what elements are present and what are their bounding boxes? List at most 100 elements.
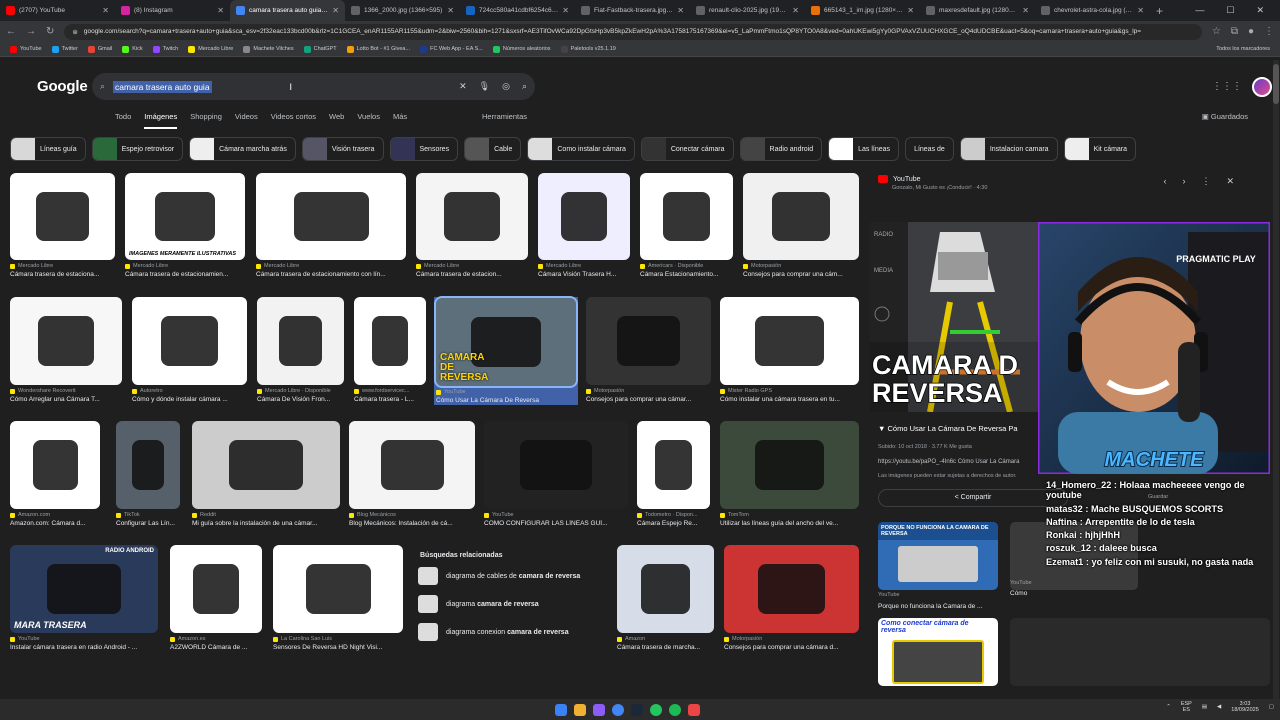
panel-title[interactable]: ▼ Cómo Usar La Cámara De Reversa Pa: [878, 424, 1038, 433]
bookmark-0[interactable]: YouTube: [10, 45, 42, 53]
result-title[interactable]: Cámara trasera de estaciona...: [10, 271, 115, 278]
result-thumbnail[interactable]: [484, 421, 628, 509]
tab-5[interactable]: Fiat-Fastback-trasera.jpg (12 ✕: [575, 0, 690, 21]
search-tab-7[interactable]: Más: [393, 112, 407, 129]
tab-close-icon[interactable]: ✕: [1137, 6, 1144, 15]
result-thumbnail[interactable]: [720, 297, 859, 385]
bookmark-9[interactable]: FC Web App - EA S...: [420, 45, 483, 53]
search-submit-icon[interactable]: ⌕: [522, 81, 527, 92]
related-item-0[interactable]: diagrama de cables de camara de reversa: [418, 567, 606, 585]
result-title[interactable]: Cómo Arreglar una Cámara T...: [10, 396, 122, 403]
panel-source[interactable]: YouTube: [878, 175, 921, 183]
image-result[interactable]: TikTok Configurar Las Lín...: [116, 421, 180, 527]
apps-grid-icon[interactable]: ⋮⋮⋮: [1212, 81, 1242, 92]
tab-close-icon[interactable]: ✕: [102, 6, 109, 15]
share-button[interactable]: < Compartir: [878, 489, 1068, 507]
result-title[interactable]: Cómo instalar una cámara trasera en tu..…: [720, 396, 859, 403]
chip-1[interactable]: Espejo retrovisor: [91, 137, 184, 161]
bookmark-6[interactable]: Machete Vilches: [243, 45, 294, 53]
result-thumbnail[interactable]: [743, 173, 859, 260]
tab-close-icon[interactable]: ✕: [447, 6, 454, 15]
result-title[interactable]: Cómo y dónde instalar cámara ...: [132, 396, 247, 403]
tab-3[interactable]: 1366_2000.jpg (1366×595) ✕: [345, 0, 460, 21]
lens-icon[interactable]: ◎: [502, 81, 510, 92]
tab-7[interactable]: 665143_1_im.jpg (1280×1051)✕: [805, 0, 920, 21]
related-item-2[interactable]: diagrama conexion camara de reversa: [418, 623, 606, 641]
url-field[interactable]: ⊜ google.com/search?q=camara+trasera+aut…: [64, 23, 1202, 40]
panel-related-4[interactable]: [1010, 618, 1270, 686]
result-title[interactable]: Cámara trasera de marcha...: [617, 644, 714, 651]
profile-icon[interactable]: ●: [1248, 26, 1254, 37]
search-tab-1[interactable]: Imágenes: [144, 112, 178, 129]
image-result[interactable]: Amazon.com Amazon.com: Cámara d...: [10, 421, 100, 527]
minimize-icon[interactable]: —: [1195, 0, 1204, 21]
tab-2[interactable]: camara trasera auto guia - Bu ✕: [230, 0, 345, 21]
result-title[interactable]: Mi guía sobre la instalación de una cáma…: [192, 520, 340, 527]
image-result[interactable]: YouTube COMO CONFIGURAR LAS LÍNEAS GUÍ...: [484, 421, 628, 527]
prev-icon[interactable]: ‹: [1163, 176, 1166, 187]
maximize-icon[interactable]: ☐: [1226, 0, 1234, 21]
tab-6[interactable]: renault-clio-2025.jpg (1920× ✕: [690, 0, 805, 21]
scrollbar-thumb[interactable]: [1273, 64, 1279, 104]
result-thumbnail[interactable]: [256, 173, 406, 260]
chip-5[interactable]: Cable: [464, 137, 522, 161]
extensions-icon[interactable]: ⧉: [1231, 26, 1238, 37]
panel-url[interactable]: https://youtu.be/paPO_-4In6c Cómo Usar L…: [878, 459, 1019, 465]
image-result[interactable]: www.fordservicec... Cámara trasera - L...: [354, 297, 426, 403]
result-title[interactable]: Utilizar las líneas guía del ancho del v…: [720, 520, 859, 527]
result-title[interactable]: Cámara Estacionamiento...: [640, 271, 733, 278]
image-result[interactable]: MARA TRASERA RADIO ANDROID YouTube Instalar…: [10, 545, 158, 651]
result-title[interactable]: Configurar Las Lín...: [116, 520, 180, 527]
result-thumbnail[interactable]: [637, 421, 710, 509]
image-result[interactable]: Amazon.es A2ZWORLD Cámara de ...: [170, 545, 262, 651]
close-panel-icon[interactable]: ✕: [1226, 176, 1234, 187]
result-thumbnail[interactable]: [10, 421, 100, 509]
page-scrollbar[interactable]: [1273, 60, 1279, 700]
search-tab-5[interactable]: Web: [329, 112, 344, 129]
forward-icon[interactable]: →: [26, 26, 36, 37]
chip-12[interactable]: Kit cámara: [1063, 137, 1137, 161]
bookmark-10[interactable]: Números aleatorios: [492, 45, 551, 53]
chip-0[interactable]: Líneas guía: [10, 137, 86, 161]
image-result[interactable]: Motorpasión Consejos para comprar una cám…: [586, 297, 711, 403]
volume-icon[interactable]: ◀: [1217, 704, 1221, 710]
chip-3[interactable]: Visión trasera: [301, 137, 384, 161]
result-title[interactable]: Amazon.com: Cámara d...: [10, 520, 100, 527]
bookmark-2[interactable]: Gmail: [87, 45, 112, 53]
tab-close-icon[interactable]: ✕: [562, 6, 569, 15]
tab-1[interactable]: (8) Instagram ✕: [115, 0, 230, 21]
result-title[interactable]: Consejos para comprar una cám...: [743, 271, 859, 278]
image-result[interactable]: IMAGENES MERAMENTE ILUSTRATIVAS Mercado L…: [125, 173, 245, 278]
result-title[interactable]: Consejos para comprar una cámara d...: [724, 644, 859, 651]
notifications-icon[interactable]: ▢: [1269, 704, 1274, 710]
result-thumbnail[interactable]: [116, 421, 180, 509]
menu-icon[interactable]: ⋮: [1264, 26, 1274, 37]
chip-10[interactable]: Líneas de: [905, 137, 954, 161]
tab-close-icon[interactable]: ✕: [792, 6, 799, 15]
search-tab-0[interactable]: Todo: [115, 112, 131, 129]
result-title[interactable]: Instalar cámara trasera en radio Android…: [10, 644, 158, 651]
back-icon[interactable]: ←: [6, 26, 16, 37]
xbox-icon[interactable]: [650, 703, 662, 716]
image-result[interactable]: Amazon Cámara trasera de marcha...: [617, 545, 714, 651]
result-thumbnail[interactable]: [617, 545, 714, 633]
search-input[interactable]: camara trasera auto guia: [113, 80, 212, 93]
image-result[interactable]: Mercado Libre Cámara trasera de estaciona…: [10, 173, 115, 278]
account-avatar[interactable]: [1252, 77, 1272, 97]
next-icon[interactable]: ›: [1182, 176, 1185, 187]
result-thumbnail[interactable]: [538, 173, 630, 260]
tab-close-icon[interactable]: ✕: [217, 6, 224, 15]
image-result[interactable]: Mercado Libre · Disponible Cámara De Visi…: [257, 297, 344, 403]
result-thumbnail[interactable]: [273, 545, 403, 633]
discord-icon[interactable]: [593, 703, 605, 716]
bookmark-5[interactable]: Mercado Libre: [188, 45, 233, 53]
panel-related-2[interactable]: Como conectar cámara de reversa: [878, 618, 998, 686]
all-bookmarks[interactable]: Todos los marcadores: [1216, 42, 1270, 57]
result-title[interactable]: Sensores De Reversa HD Night Visi...: [273, 644, 403, 651]
image-result[interactable]: Americars · Disponible Cámara Estacionami…: [640, 173, 733, 278]
image-result[interactable]: Reddit Mi guía sobre la instalación de un…: [192, 421, 340, 527]
search-tab-6[interactable]: Vuelos: [357, 112, 380, 129]
result-title[interactable]: Cámara trasera - L...: [354, 396, 426, 403]
network-icon[interactable]: ▤: [1202, 704, 1207, 710]
tab-9[interactable]: chevrolet-astra-cola.jpg (120 ✕: [1035, 0, 1150, 21]
